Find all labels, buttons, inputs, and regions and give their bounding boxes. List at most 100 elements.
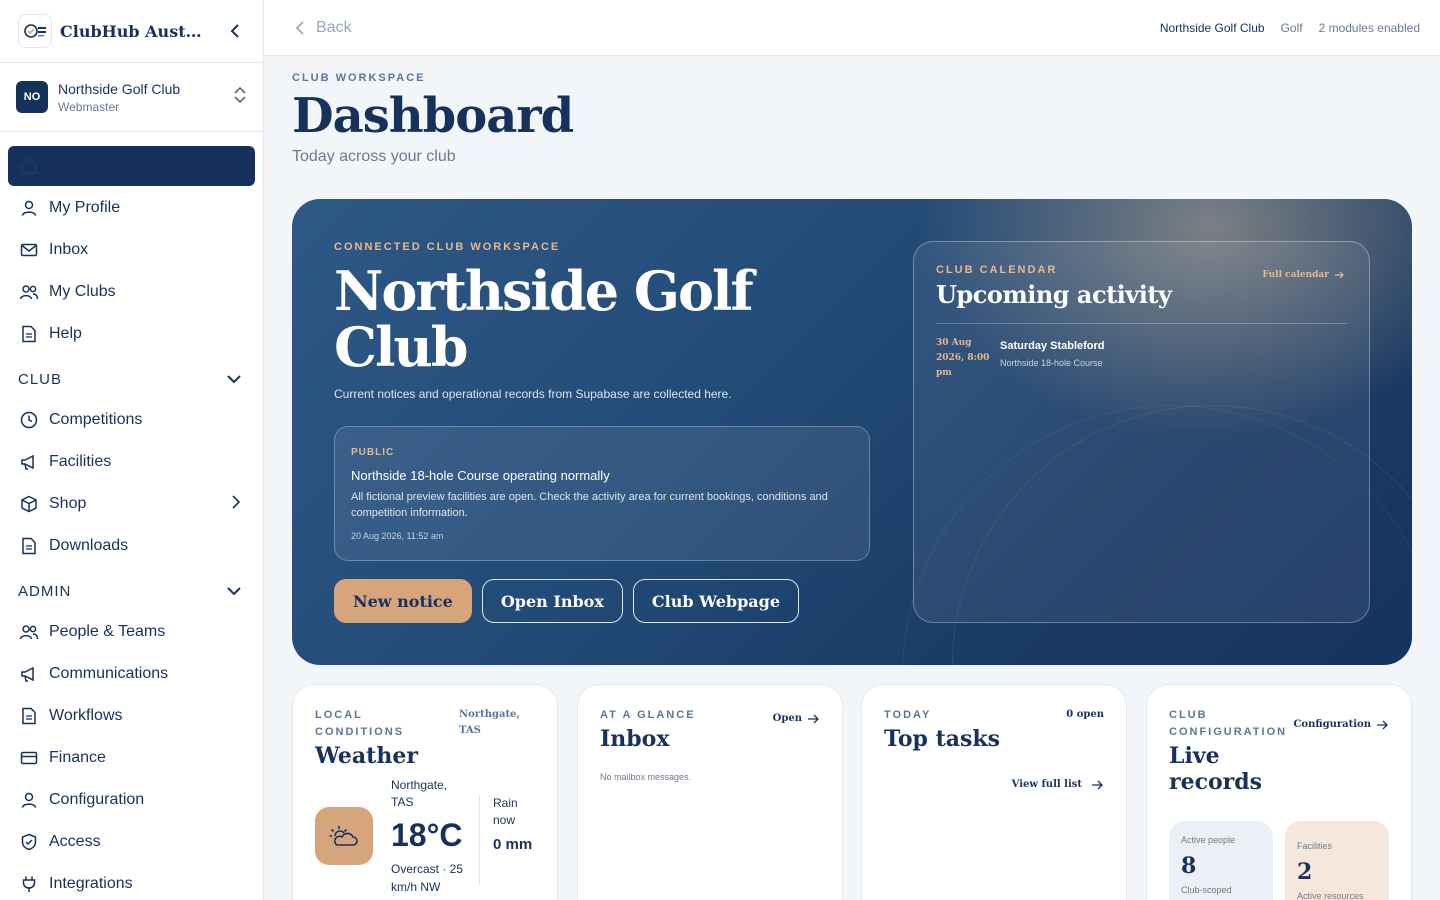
sidebar-item-shop[interactable]: Shop — [8, 484, 255, 524]
sidebar-item-label: People & Teams — [49, 623, 166, 640]
section-club[interactable]: CLUB — [8, 358, 255, 400]
sidebar-item-label: Shop — [49, 495, 87, 512]
sidebar-item-my-clubs[interactable]: My Clubs — [8, 272, 255, 312]
notice-body: All fictional preview facilities are ope… — [351, 491, 828, 519]
document-icon — [18, 535, 40, 557]
chevron-up-down-icon — [233, 85, 247, 110]
credit-card-icon — [18, 747, 40, 769]
new-notice-button[interactable]: New notice — [334, 579, 472, 623]
shield-check-icon — [18, 831, 40, 853]
sidebar-item-label: Downloads — [49, 537, 129, 554]
calendar-panel: CLUB CALENDAR Full calendar Upcoming act… — [913, 241, 1370, 623]
stat-active-people: Active people 8 Club-scoped — [1169, 821, 1273, 900]
configuration-link[interactable]: Configuration — [1293, 719, 1389, 730]
megaphone-icon — [18, 451, 40, 473]
full-calendar-link[interactable]: Full calendar — [1262, 270, 1345, 280]
view-full-list-label: View full list — [1011, 779, 1082, 790]
sidebar-item-people-teams[interactable]: People & Teams — [8, 612, 255, 652]
sidebar-item-facilities[interactable]: Facilities — [8, 442, 255, 482]
context-info: Northside Golf Club Golf 2 modules enabl… — [1160, 21, 1420, 35]
sidebar-nav: Dashboard My Profile Inbox My Clubs Help… — [0, 132, 263, 900]
sidebar-item-access[interactable]: Access — [8, 822, 255, 862]
weather-temperature: 18°C — [391, 817, 463, 853]
sidebar-item-inbox[interactable]: Inbox — [8, 230, 255, 270]
full-calendar-label: Full calendar — [1262, 270, 1329, 280]
sidebar-item-label: Competitions — [49, 411, 143, 428]
stat-value: 2 — [1297, 859, 1313, 885]
inbox-empty-message: No mailbox messages. — [600, 772, 692, 782]
club-role: Webmaster — [58, 99, 120, 114]
sidebar-item-label: Communications — [49, 665, 169, 682]
rain-label: Rain now — [493, 796, 518, 827]
modules-count: 2 modules enabled — [1318, 20, 1420, 35]
sidebar-item-label: Configuration — [49, 791, 145, 808]
club-webpage-button[interactable]: Club Webpage — [632, 579, 800, 623]
calendar-event[interactable]: 30 Aug 2026, 8:00 pm Saturday Stableford… — [936, 336, 1347, 381]
club-name: Northside Golf Club — [58, 80, 181, 97]
chevron-left-icon — [296, 20, 304, 35]
divider — [479, 795, 480, 885]
arrow-right-icon — [1335, 271, 1344, 279]
brand-name: ClubHub Australia — [60, 21, 210, 41]
hero-intro: CONNECTED CLUB WORKSPACE Northside Golf … — [334, 241, 874, 401]
view-full-list-link[interactable]: View full list — [1012, 779, 1104, 790]
sidebar-item-my-profile[interactable]: My Profile — [8, 188, 255, 228]
sidebar-item-label: Help — [49, 325, 82, 342]
sidebar-item-label: Facilities — [49, 453, 112, 470]
stat-label: Active people — [1181, 835, 1236, 845]
page-header: CLUB WORKSPACE Dashboard Today across yo… — [292, 72, 574, 166]
sidebar-item-downloads[interactable]: Downloads — [8, 526, 255, 566]
brand: ClubHub Australia — [0, 0, 263, 62]
sidebar-item-label: Integrations — [49, 875, 133, 892]
weather-location-tag: Northgate, TAS — [459, 709, 520, 736]
back-button[interactable]: Back — [296, 19, 352, 37]
open-inbox-link[interactable]: Open — [773, 713, 820, 724]
open-inbox-button[interactable]: Open Inbox — [481, 579, 623, 623]
sidebar-item-workflows[interactable]: Workflows — [8, 696, 255, 736]
stat-sub: Club-scoped — [1181, 885, 1232, 895]
notice-title: Northside 18-hole Course operating norma… — [351, 468, 610, 483]
sidebar-item-communications[interactable]: Communications — [8, 654, 255, 694]
page-subtitle: Today across your club — [292, 148, 456, 165]
club-switcher[interactable]: NO Northside Golf Club Webmaster — [0, 62, 263, 132]
sidebar: ClubHub Australia NO Northside Golf Club… — [0, 0, 264, 900]
sidebar-item-competitions[interactable]: Competitions — [8, 400, 255, 440]
collapse-sidebar-icon[interactable] — [225, 21, 245, 41]
open-inbox-link-label: Open — [772, 713, 802, 724]
inbox-card: AT A GLANCE Open Inbox No mailbox messag… — [577, 684, 843, 900]
card-title: Inbox — [600, 726, 670, 752]
arrow-right-icon — [1377, 720, 1388, 729]
section-label: ADMIN — [18, 582, 72, 600]
sidebar-item-label: Dashboard — [49, 157, 128, 174]
sidebar-item-dashboard[interactable]: Dashboard — [8, 146, 255, 186]
cloud-sun-icon — [315, 807, 373, 865]
configuration-link-label: Configuration — [1293, 719, 1371, 730]
open-tasks-count: 0 open — [1066, 709, 1104, 720]
sidebar-item-integrations[interactable]: Integrations — [8, 864, 255, 900]
top-bar: Back Northside Golf Club Golf 2 modules … — [264, 0, 1440, 56]
chevron-down-icon — [227, 371, 241, 388]
weather-place: Northgate, TAS — [391, 778, 448, 809]
stat-facilities: Facilities 2 Active resources — [1285, 821, 1389, 900]
live-records-card: CLUB CONFIGURATION Configuration Live re… — [1146, 684, 1412, 900]
sidebar-item-configuration[interactable]: Configuration — [8, 780, 255, 820]
users-icon — [18, 621, 40, 643]
users-icon — [18, 281, 40, 303]
chevron-down-icon — [227, 583, 241, 600]
event-location: Northside 18-hole Course — [1000, 358, 1103, 368]
clock-icon — [18, 409, 40, 431]
notice-card[interactable]: PUBLIC Northside 18-hole Course operatin… — [334, 426, 870, 561]
sidebar-item-help[interactable]: Help — [8, 314, 255, 354]
document-icon — [18, 323, 40, 345]
sidebar-item-label: My Clubs — [49, 283, 116, 300]
card-title: Top tasks — [884, 726, 1000, 752]
stat-sub: Active resources — [1297, 891, 1364, 900]
sidebar-item-label: Inbox — [49, 241, 89, 258]
mail-icon — [18, 239, 40, 261]
sidebar-item-label: Workflows — [49, 707, 123, 724]
sidebar-item-finance[interactable]: Finance — [8, 738, 255, 778]
back-label: Back — [316, 18, 352, 36]
hero-title: Northside Golf Club — [334, 259, 754, 379]
section-admin[interactable]: ADMIN — [8, 570, 255, 612]
page-eyebrow: CLUB WORKSPACE — [292, 72, 426, 84]
